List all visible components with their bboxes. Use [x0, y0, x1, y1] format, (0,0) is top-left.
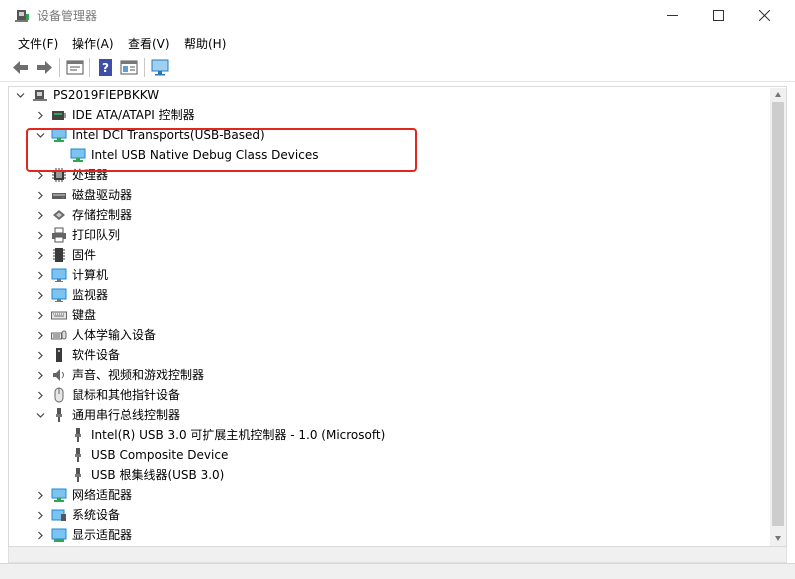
menu-file[interactable]: 文件(F): [18, 35, 58, 52]
tree-item-label: 网络适配器: [72, 488, 133, 502]
usb-icon: [75, 448, 81, 462]
vertical-scrollbar[interactable]: [770, 88, 786, 546]
printer-icon: [52, 227, 66, 243]
toolbar: ?: [0, 53, 795, 82]
chevron-down-icon[interactable]: [35, 405, 45, 425]
tree-item-label: 打印队列: [72, 228, 121, 242]
display-adapter-icon: [51, 528, 67, 542]
close-icon: [759, 10, 770, 21]
tree-item-label: 系统设备: [72, 508, 121, 522]
status-bar: [0, 563, 795, 579]
tree-item-label: 存储控制器: [72, 208, 133, 222]
tree-item-label: 显示适配器: [72, 528, 133, 542]
tree-root-label: PS2019FIEPBKKW: [53, 88, 160, 102]
disk-drive-icon: [52, 193, 66, 199]
chevron-right-icon[interactable]: [35, 185, 45, 205]
back-arrow-icon[interactable]: [11, 58, 31, 77]
computer-root-icon: [33, 90, 47, 101]
tree-item-label: USB Composite Device: [91, 448, 229, 462]
title-bar: 设备管理器: [0, 0, 795, 31]
chevron-right-icon[interactable]: [35, 385, 45, 405]
monitor-icon: [51, 288, 67, 302]
scrollbar-thumb[interactable]: [772, 102, 784, 526]
mouse-icon: [54, 387, 64, 403]
tree-item-label: 计算机: [72, 268, 109, 282]
ide-controller-icon: [52, 111, 66, 120]
toolbar-separator: [89, 58, 90, 77]
properties-icon[interactable]: [65, 58, 85, 77]
hid-icon: [51, 330, 67, 340]
network-adapter-icon: [70, 148, 86, 162]
toolbar-separator: [59, 58, 60, 77]
usb-icon: [75, 468, 81, 482]
window-title: 设备管理器: [37, 9, 98, 23]
scroll-up-icon[interactable]: [774, 91, 782, 99]
maximize-icon: [713, 10, 724, 21]
tree-item-label: 键盘: [72, 308, 97, 322]
forward-arrow-icon[interactable]: [34, 58, 54, 77]
tree-item-label: 软件设备: [72, 348, 121, 362]
network-adapter-icon: [51, 488, 67, 502]
tree-bottom-edge: [8, 547, 787, 563]
speaker-icon: [53, 369, 64, 381]
menu-view[interactable]: 查看(V): [128, 35, 170, 52]
chevron-down-icon[interactable]: [15, 85, 25, 105]
tree-item-label: 鼠标和其他指针设备: [72, 388, 181, 402]
details-view-icon[interactable]: [119, 58, 139, 77]
storage-controller-icon: [53, 210, 65, 220]
tree-item-label: 处理器: [72, 168, 109, 182]
tree-item-label: Intel USB Native Debug Class Devices: [91, 148, 319, 162]
chevron-right-icon[interactable]: [35, 485, 45, 505]
usb-icon: [75, 428, 81, 442]
monitor-scan-icon[interactable]: [150, 58, 170, 77]
processor-icon: [52, 168, 66, 182]
chevron-right-icon[interactable]: [35, 205, 45, 225]
menu-action[interactable]: 操作(A): [72, 35, 114, 52]
network-adapter-icon: [51, 128, 67, 142]
chevron-right-icon[interactable]: [35, 365, 45, 385]
chevron-right-icon[interactable]: [35, 105, 45, 125]
svg-text:?: ?: [102, 61, 109, 75]
tree-item-label: Intel DCI Transports(USB-Based): [72, 128, 265, 142]
menu-bar: 文件(F) 操作(A) 查看(V) 帮助(H): [0, 31, 795, 53]
minimize-button[interactable]: [650, 0, 696, 31]
keyboard-icon: [51, 311, 67, 320]
scroll-down-icon[interactable]: [774, 534, 782, 542]
tree-item-label: 磁盘驱动器: [72, 188, 133, 202]
tree-item-label: 人体学输入设备: [72, 328, 157, 342]
firmware-icon: [53, 248, 65, 262]
tree-item-label: 固件: [72, 248, 97, 262]
system-device-icon: [51, 509, 66, 521]
maximize-button[interactable]: [696, 0, 742, 31]
minimize-icon: [667, 15, 678, 16]
chevron-right-icon[interactable]: [35, 225, 45, 245]
chevron-right-icon[interactable]: [35, 245, 45, 265]
chevron-right-icon[interactable]: [35, 165, 45, 185]
chevron-down-icon[interactable]: [35, 125, 45, 145]
tree-item-label: 通用串行总线控制器: [72, 408, 181, 422]
chevron-right-icon[interactable]: [35, 285, 45, 305]
usb-icon: [56, 408, 62, 422]
chevron-right-icon[interactable]: [35, 265, 45, 285]
chevron-right-icon[interactable]: [35, 305, 45, 325]
software-device-icon: [56, 348, 62, 362]
tree-item-label: 声音、视频和游戏控制器: [72, 368, 205, 382]
menu-help[interactable]: 帮助(H): [184, 35, 226, 52]
tree-item-label: 监视器: [72, 288, 109, 302]
tree-item-label: IDE ATA/ATAPI 控制器: [72, 108, 195, 122]
toolbar-separator: [144, 58, 145, 77]
tree-item-label: Intel(R) USB 3.0 可扩展主机控制器 - 1.0 (Microso…: [91, 428, 386, 442]
help-icon[interactable]: ?: [96, 58, 116, 77]
tree-item-label: USB 根集线器(USB 3.0): [91, 468, 225, 482]
chevron-right-icon[interactable]: [35, 525, 45, 545]
chevron-right-icon[interactable]: [35, 505, 45, 525]
chevron-right-icon[interactable]: [35, 325, 45, 345]
computer-icon: [51, 268, 67, 282]
device-manager-icon: [15, 10, 29, 22]
chevron-right-icon[interactable]: [35, 345, 45, 365]
close-button[interactable]: [742, 0, 788, 31]
